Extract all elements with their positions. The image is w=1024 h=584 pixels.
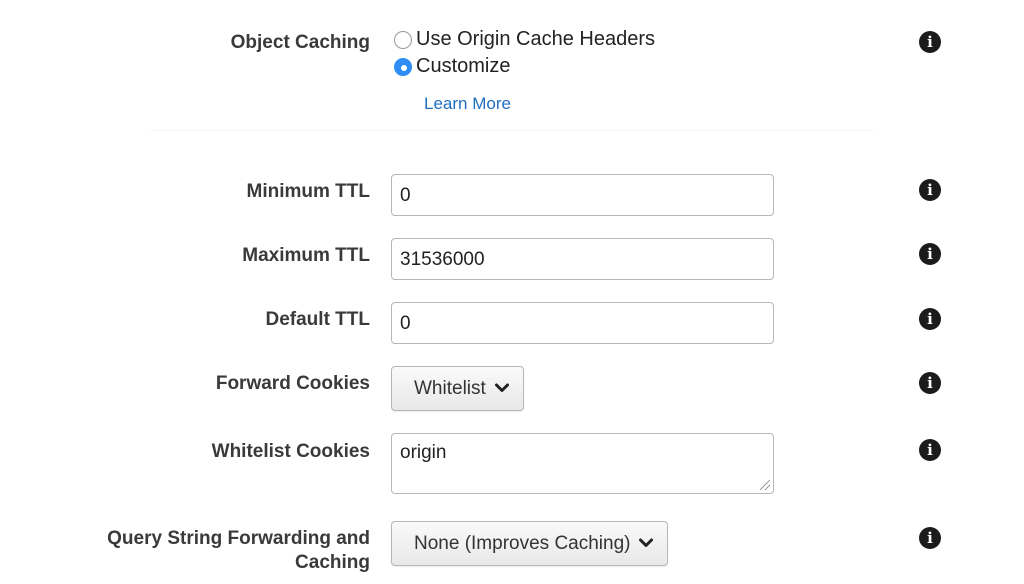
object-caching-label: Object Caching	[230, 32, 370, 53]
info-icon[interactable]: i	[919, 31, 941, 53]
info-icon[interactable]: i	[919, 372, 941, 394]
whitelist-cookies-textarea[interactable]: origin	[391, 433, 774, 494]
info-icon[interactable]: i	[919, 527, 941, 549]
info-icon[interactable]: i	[919, 439, 941, 461]
query-string-forwarding-label: Query String Forwarding and Caching	[107, 527, 370, 575]
section-divider	[150, 130, 874, 131]
select-value: Whitelist	[414, 377, 486, 399]
chevron-down-icon	[494, 377, 509, 399]
maximum-ttl-input[interactable]: 31536000	[391, 238, 774, 280]
whitelist-cookies-label: Whitelist Cookies	[211, 441, 370, 462]
label-line-2: Caching	[295, 552, 370, 573]
learn-more-link[interactable]: Learn More	[424, 94, 511, 114]
info-icon[interactable]: i	[919, 243, 941, 265]
textarea-value: origin	[400, 442, 447, 463]
label-line-1: Query String Forwarding and	[107, 528, 370, 549]
forward-cookies-select[interactable]: Whitelist	[391, 366, 524, 411]
resize-handle[interactable]	[760, 480, 770, 490]
query-string-forwarding-select[interactable]: None (Improves Caching)	[391, 521, 669, 566]
radio-use-origin-cache-headers[interactable]: Use Origin Cache Headers	[394, 28, 655, 51]
radio-label: Customize	[416, 55, 511, 77]
radio-button-checked[interactable]	[394, 57, 412, 76]
default-ttl-label: Default TTL	[265, 309, 371, 330]
info-icon[interactable]: i	[919, 179, 941, 201]
maximum-ttl-label: Maximum TTL	[242, 245, 370, 266]
radio-customize[interactable]: Customize	[394, 55, 510, 78]
chevron-down-icon	[639, 532, 654, 554]
radio-button[interactable]	[394, 30, 412, 49]
info-icon[interactable]: i	[919, 308, 941, 330]
minimum-ttl-label: Minimum TTL	[246, 181, 370, 202]
radio-label: Use Origin Cache Headers	[416, 28, 655, 50]
default-ttl-input[interactable]: 0	[391, 302, 774, 344]
minimum-ttl-input[interactable]: 0	[391, 174, 774, 216]
forward-cookies-label: Forward Cookies	[215, 373, 370, 394]
select-value: None (Improves Caching)	[414, 532, 631, 554]
